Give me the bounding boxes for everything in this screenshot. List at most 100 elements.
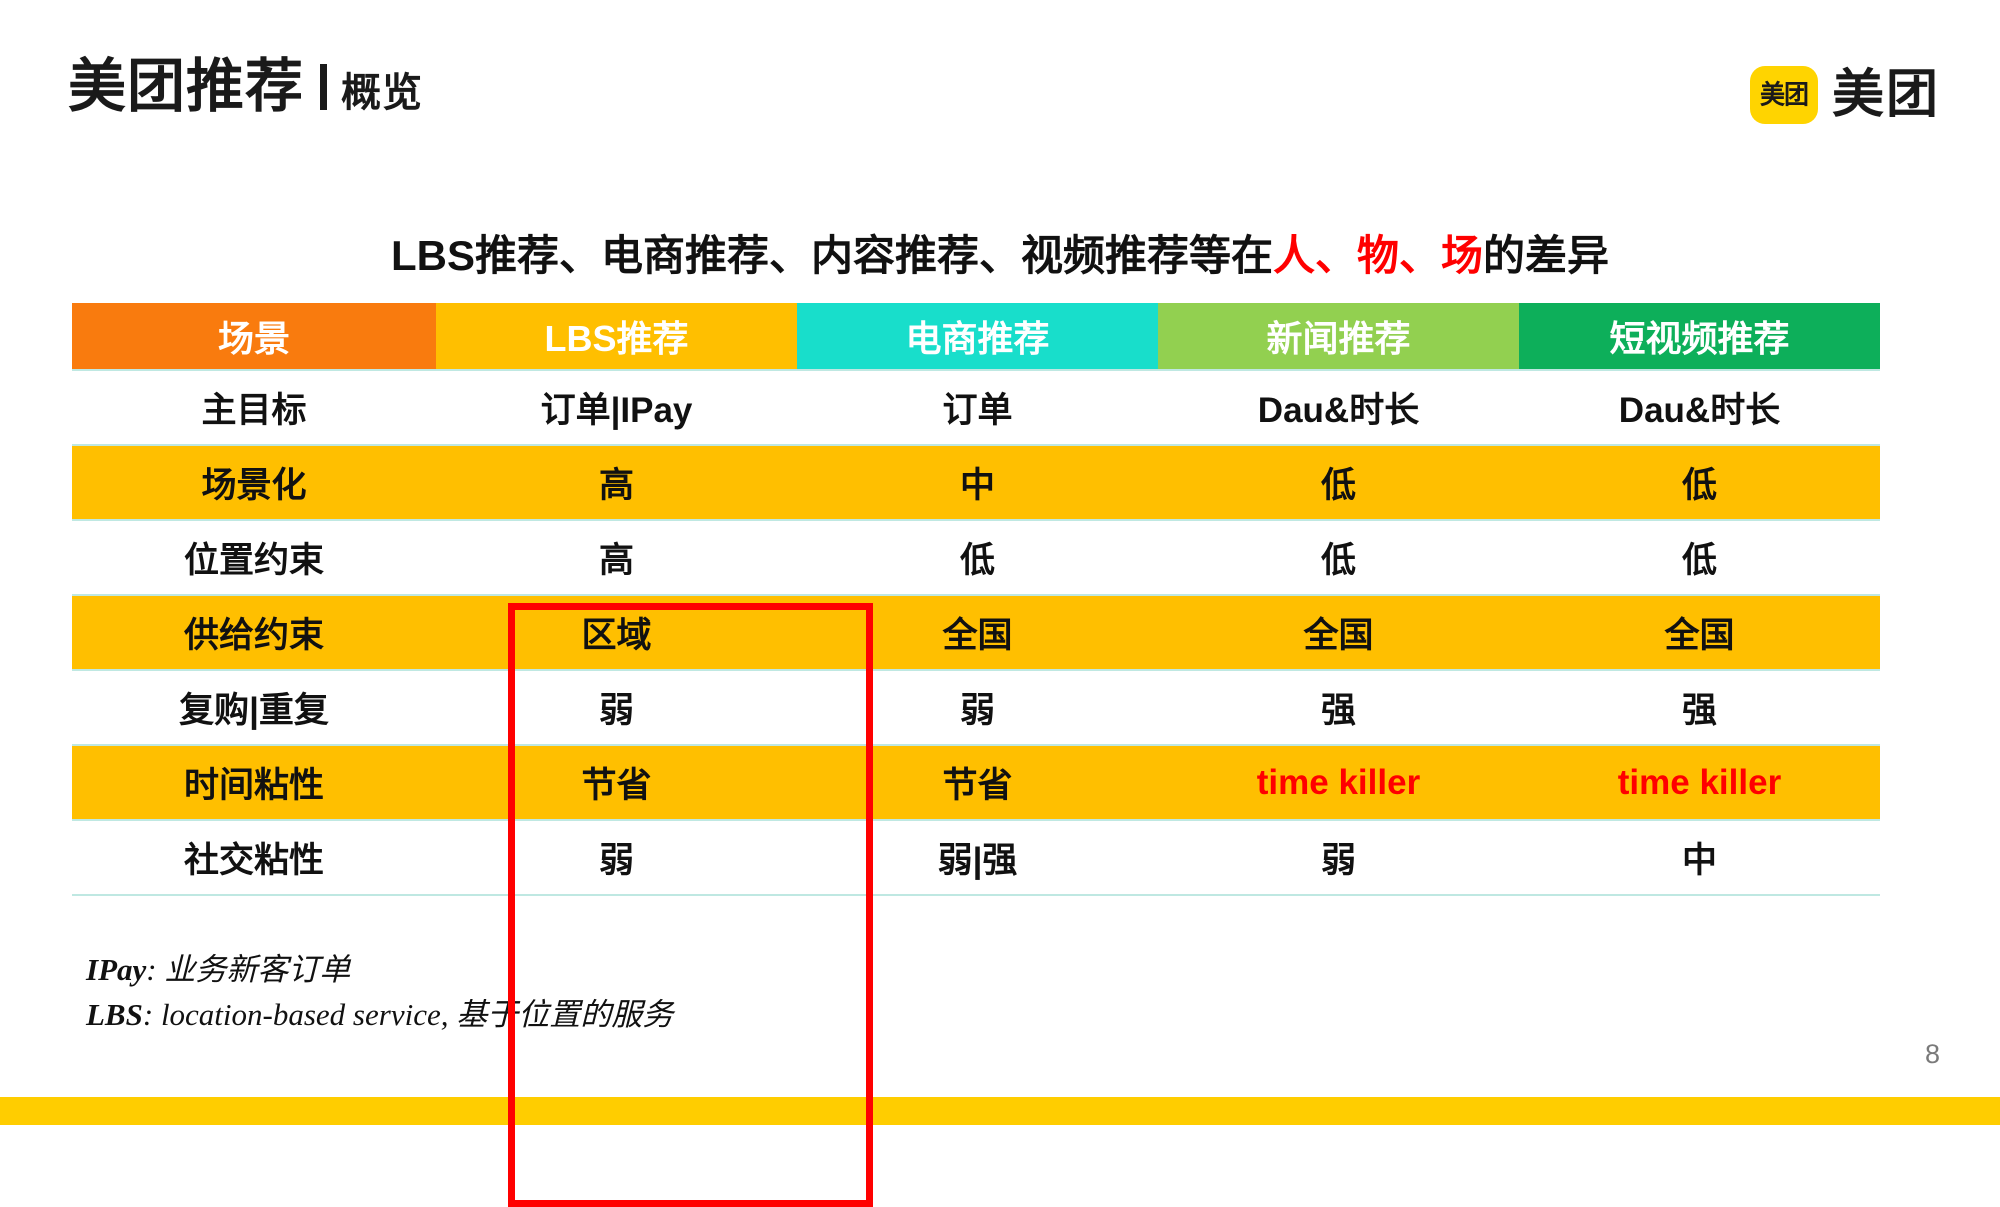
cell-value: 弱|强 bbox=[937, 841, 1018, 880]
table-cell: 中 bbox=[1519, 819, 1880, 896]
table-cell: 全国 bbox=[797, 594, 1158, 671]
cell-value: 高 bbox=[598, 541, 634, 580]
brand-logo: 美团 美团 bbox=[1749, 66, 1940, 124]
table-cell: 订单 bbox=[797, 369, 1158, 446]
page-title-main: 美团推荐 bbox=[68, 54, 305, 119]
table-cell: Dau&时长 bbox=[1519, 369, 1880, 446]
comparison-table-container: 场景 LBS推荐 电商推荐 新闻推荐 短视频推荐 主目标 订单|IPay 订单 Dau… bbox=[72, 303, 1880, 1207]
page-title: 美团推荐 概览 bbox=[68, 58, 423, 116]
footnote-separator: : bbox=[146, 952, 165, 987]
cell-value: 低 bbox=[1320, 466, 1356, 505]
footnote-term: IPay bbox=[86, 952, 147, 987]
table-cell: 弱 bbox=[436, 669, 797, 746]
table-cell: 弱 bbox=[1158, 819, 1519, 896]
table-cell: 订单|IPay bbox=[436, 369, 797, 446]
row-label: 复购|重复 bbox=[72, 669, 436, 746]
page-number: 8 bbox=[1924, 1039, 1940, 1069]
table-cell: 高 bbox=[436, 444, 797, 521]
table-row: 场景化 高 中 低 低 bbox=[72, 444, 1880, 521]
column-header-ecommerce: 电商推荐 bbox=[797, 303, 1158, 370]
table-header-row: 场景 LBS推荐 电商推荐 新闻推荐 短视频推荐 bbox=[72, 303, 1880, 370]
cell-value: 强 bbox=[1681, 691, 1717, 730]
cell-value: 弱 bbox=[598, 691, 634, 730]
table-row: 时间粘性 节省 节省 time killer time killer bbox=[72, 744, 1880, 821]
footnote-term: LBS bbox=[86, 996, 143, 1032]
table-row: 社交粘性 弱 弱|强 弱 中 bbox=[72, 819, 1880, 896]
table-cell: 低 bbox=[1158, 444, 1519, 521]
table-cell: 区域 bbox=[436, 594, 797, 671]
table-cell: 高 bbox=[436, 519, 797, 596]
column-header-shortvideo: 短视频推荐 bbox=[1519, 303, 1880, 370]
cell-value: 全国 bbox=[942, 616, 1013, 655]
table-cell: 低 bbox=[1519, 444, 1880, 521]
cell-value: 中 bbox=[1681, 841, 1717, 880]
row-label: 主目标 bbox=[72, 369, 436, 446]
footnote-separator: : bbox=[142, 996, 161, 1032]
cell-value: time killer bbox=[1617, 762, 1782, 802]
column-header-news: 新闻推荐 bbox=[1158, 303, 1519, 370]
table-cell: 强 bbox=[1519, 669, 1880, 746]
cell-value: 节省 bbox=[942, 766, 1013, 805]
table-cell: 全国 bbox=[1519, 594, 1880, 671]
table-row: 复购|重复 弱 弱 强 强 bbox=[72, 669, 1880, 746]
table-cell: 中 bbox=[797, 444, 1158, 521]
section-heading-part1: LBS推荐、电商推荐、内容推荐、视频推荐等在 bbox=[390, 232, 1273, 279]
cell-value: 弱 bbox=[598, 841, 634, 880]
table-cell: time killer bbox=[1158, 744, 1519, 821]
row-label: 场景化 bbox=[72, 444, 436, 521]
cell-value: 低 bbox=[1681, 541, 1717, 580]
cell-value: 订单|IPay bbox=[540, 391, 693, 430]
cell-value: 全国 bbox=[1664, 616, 1735, 655]
cell-value: 节省 bbox=[581, 766, 652, 805]
table-cell: time killer bbox=[1519, 744, 1880, 821]
section-heading-highlight: 人、物、场 bbox=[1272, 232, 1483, 279]
cell-value: 低 bbox=[1681, 466, 1717, 505]
cell-value: Dau&时长 bbox=[1618, 391, 1781, 430]
footnote-line: LBS: location-based service, 基于位置的服务 bbox=[86, 993, 673, 1038]
cell-value: time killer bbox=[1256, 762, 1421, 802]
table-cell: 弱|强 bbox=[797, 819, 1158, 896]
cell-value: 弱 bbox=[1320, 841, 1356, 880]
cell-value: Dau&时长 bbox=[1257, 391, 1420, 430]
cell-value: 弱 bbox=[959, 691, 995, 730]
footnotes: IPay: 业务新客订单 LBS: location-based service,… bbox=[86, 948, 673, 1038]
cell-value: 强 bbox=[1320, 691, 1356, 730]
page-title-sub: 概览 bbox=[341, 71, 424, 115]
table-cell: 弱 bbox=[797, 669, 1158, 746]
cell-value: 低 bbox=[959, 541, 995, 580]
table-cell: 节省 bbox=[797, 744, 1158, 821]
table-cell: 全国 bbox=[1158, 594, 1519, 671]
logo-wordmark: 美团 bbox=[1831, 66, 1940, 124]
cell-value: 高 bbox=[598, 466, 634, 505]
column-header-scene: 场景 bbox=[72, 303, 436, 370]
footnote-text: 业务新客订单 bbox=[164, 952, 351, 987]
table-cell: 低 bbox=[797, 519, 1158, 596]
column-header-lbs: LBS推荐 bbox=[436, 303, 797, 370]
cell-value: 区域 bbox=[581, 616, 652, 655]
table-body: 主目标 订单|IPay 订单 Dau&时长 Dau&时长 场景化高中低低位置约束高低低低供… bbox=[72, 369, 1880, 896]
row-label: 时间粘性 bbox=[72, 744, 436, 821]
footnote-text: location-based service, 基于位置的服务 bbox=[160, 996, 674, 1032]
meituan-logo-icon: 美团 bbox=[1749, 66, 1818, 124]
table-row: 主目标 订单|IPay 订单 Dau&时长 Dau&时长 bbox=[72, 369, 1880, 446]
cell-value: 中 bbox=[959, 466, 995, 505]
table-cell: 弱 bbox=[436, 819, 797, 896]
table-row: 供给约束 区域 全国 全国 全国 bbox=[72, 594, 1880, 671]
comparison-table: 场景 LBS推荐 电商推荐 新闻推荐 短视频推荐 主目标 订单|IPay 订单 Dau… bbox=[72, 303, 1880, 896]
row-label: 社交粘性 bbox=[72, 819, 436, 896]
cell-value: 低 bbox=[1320, 541, 1356, 580]
section-heading: LBS推荐、电商推荐、内容推荐、视频推荐等在人、物、场的差异 bbox=[0, 222, 2000, 283]
slide-header: 美团推荐 概览 美团 美团 bbox=[0, 0, 2000, 175]
row-label: 供给约束 bbox=[72, 594, 436, 671]
row-label: 位置约束 bbox=[72, 519, 436, 596]
bottom-accent-bar bbox=[0, 1097, 2000, 1125]
table-row: 位置约束 高 低 低 低 bbox=[72, 519, 1880, 596]
table-cell: 低 bbox=[1158, 519, 1519, 596]
table-cell: Dau&时长 bbox=[1158, 369, 1519, 446]
cell-value: 全国 bbox=[1303, 616, 1374, 655]
table-cell: 低 bbox=[1519, 519, 1880, 596]
logo-mark-label: 美团 bbox=[1759, 79, 1809, 110]
cell-value: 订单 bbox=[942, 391, 1013, 430]
title-divider bbox=[320, 64, 328, 110]
footnote-line: IPay: 业务新客订单 bbox=[86, 948, 673, 993]
